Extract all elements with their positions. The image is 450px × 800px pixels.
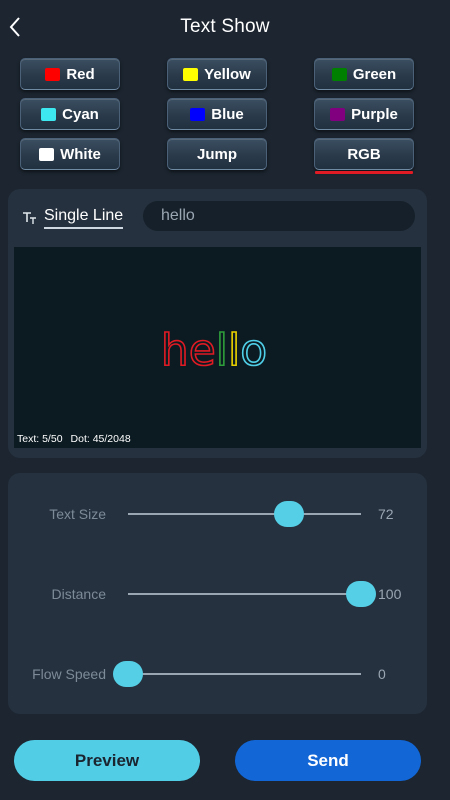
text-size-label: Text Size (49, 506, 106, 522)
jump-button[interactable]: Jump (167, 138, 267, 170)
dot-count: Dot: 45/2048 (70, 433, 131, 445)
settings-panel: Text Size 72 Distance 100 Flow Speed 0 (8, 473, 427, 714)
text-size-track[interactable] (128, 513, 361, 515)
blue-swatch-icon (190, 107, 206, 121)
white-swatch-icon (39, 147, 55, 161)
rgb-button[interactable]: RGB (314, 138, 414, 170)
preview-letter: h (161, 325, 189, 376)
flow-speed-track[interactable] (128, 673, 361, 675)
yellow-swatch-icon (183, 67, 199, 81)
text-editor-panel: Single Line hello Text: 5/50 Dot: 45/2048 (8, 189, 427, 458)
color-button-red[interactable]: Red (20, 58, 120, 90)
color-button-green[interactable]: Green (314, 58, 414, 90)
color-button-label: Green (352, 65, 397, 83)
text-size-value: 72 (378, 506, 394, 522)
counter-readout: Text: 5/50 Dot: 45/2048 (17, 433, 139, 445)
preview-letter: l (228, 325, 240, 376)
text-count: Text: 5/50 (17, 433, 63, 445)
color-button-yellow[interactable]: Yellow (167, 58, 267, 90)
text-input[interactable] (143, 201, 415, 231)
preview-letter: l (216, 325, 228, 376)
purple-swatch-icon (330, 107, 346, 121)
preview-letter: e (189, 325, 216, 376)
led-preview-canvas: hello Text: 5/50 Dot: 45/2048 (14, 247, 421, 448)
page-title: Text Show (180, 16, 270, 37)
send-button[interactable]: Send (235, 740, 421, 781)
cyan-swatch-icon (41, 107, 57, 121)
distance-label: Distance (51, 586, 106, 602)
flow-speed-thumb[interactable] (113, 661, 143, 687)
header: Text Show (0, 0, 450, 56)
green-swatch-icon (331, 67, 347, 81)
color-button-purple[interactable]: Purple (314, 98, 414, 130)
flow-speed-label: Flow Speed (32, 666, 106, 682)
color-button-blue[interactable]: Blue (167, 98, 267, 130)
color-mode-grid: Red Yellow Green Cyan Blue Purple White … (20, 58, 416, 178)
svg-text:hello: hello (161, 325, 267, 376)
color-button-label: Yellow (204, 65, 251, 83)
preview-letter: o (240, 325, 267, 376)
single-line-mode-tab[interactable]: Single Line (22, 203, 124, 233)
preview-text-graphic: hello (160, 324, 268, 377)
color-button-cyan[interactable]: Cyan (20, 98, 120, 130)
preview-button[interactable]: Preview (14, 740, 200, 781)
red-swatch-icon (45, 67, 61, 81)
flow-speed-value: 0 (378, 666, 386, 682)
color-button-label: Blue (211, 105, 244, 123)
color-button-label: Red (66, 65, 95, 83)
color-button-label: Purple (351, 105, 398, 123)
color-button-label: RGB (347, 145, 381, 163)
distance-thumb[interactable] (346, 581, 376, 607)
text-size-thumb[interactable] (273, 501, 304, 527)
distance-track[interactable] (128, 593, 361, 595)
text-format-icon (23, 212, 36, 224)
color-button-label: White (60, 145, 101, 163)
mode-label: Single Line (44, 207, 124, 229)
distance-value: 100 (378, 586, 402, 602)
color-button-label: Jump (196, 145, 237, 163)
color-button-label: Cyan (62, 105, 99, 123)
color-button-white[interactable]: White (20, 138, 120, 170)
selected-indicator (315, 171, 413, 174)
